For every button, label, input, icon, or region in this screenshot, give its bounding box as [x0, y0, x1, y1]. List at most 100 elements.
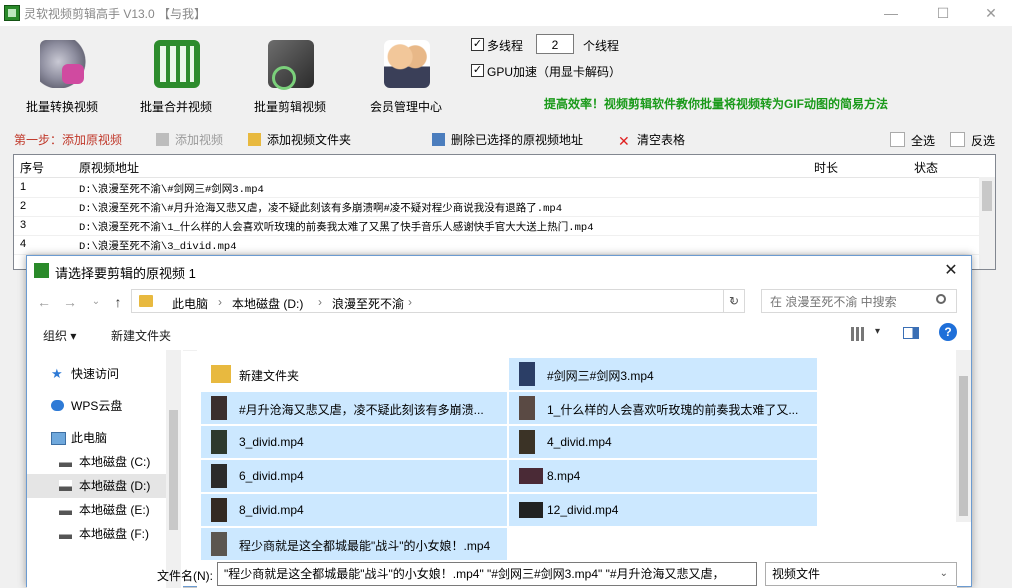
dialog-title-bar: 请选择要剪辑的原视频 1 ✕: [27, 256, 971, 286]
view-options-icon[interactable]: [851, 327, 865, 341]
chevron-down-icon[interactable]: ▾: [875, 326, 880, 337]
nav-scroll-thumb[interactable]: [169, 410, 178, 530]
add-folder-label: 添加视频文件夹: [267, 133, 352, 147]
add-folder-button[interactable]: 添加视频文件夹: [248, 132, 351, 148]
video-thumbnail-icon: [211, 464, 227, 488]
search-box[interactable]: [761, 289, 957, 313]
file-item[interactable]: 程少商就是这全都城最能"战斗"的小女娘！.mp4: [201, 528, 507, 560]
table-row[interactable]: 2 D:\浪漫至死不渝\#月升沧海又悲又虐，凌不疑此刻该有多崩溃啊#凌不疑对程少…: [14, 197, 979, 217]
new-folder-button[interactable]: 新建文件夹: [111, 327, 171, 344]
file-item[interactable]: #月升沧海又悲又虐，凌不疑此刻该有多崩溃...: [201, 392, 507, 424]
file-item[interactable]: 6_divid.mp4: [201, 460, 507, 492]
batch-convert-button[interactable]: 批量转换视频: [12, 30, 112, 120]
app-logo-icon: [34, 263, 49, 278]
command-bar: 组织 ▾ 新建文件夹 ▾ ?: [27, 318, 971, 351]
breadcrumb-folder[interactable]: 浪漫至死不渝: [332, 295, 404, 312]
delete-selected-button[interactable]: 删除已选择的原视频地址: [432, 132, 583, 148]
up-arrow-icon[interactable]: ↑: [109, 293, 127, 311]
member-center-button[interactable]: 会员管理中心: [356, 30, 456, 120]
dialog-title: 请选择要剪辑的原视频 1: [55, 266, 196, 281]
nav-drive-e[interactable]: 本地磁盘 (E:): [27, 498, 179, 522]
table-scrollbar[interactable]: [979, 177, 995, 269]
breadcrumb-drive-d[interactable]: 本地磁盘 (D:): [232, 295, 303, 312]
back-arrow-icon[interactable]: ←: [35, 293, 53, 311]
forward-arrow-icon[interactable]: →: [61, 293, 79, 311]
table-row[interactable]: 4 D:\浪漫至死不渝\3_divid.mp4: [14, 235, 979, 255]
file-item[interactable]: 1_什么样的人会喜欢听玫瑰的前奏我太难了又...: [509, 392, 817, 424]
chevron-right-icon[interactable]: ›: [218, 295, 222, 309]
nav-drive-d[interactable]: 本地磁盘 (D:): [27, 474, 179, 498]
file-item[interactable]: 8.mp4: [509, 460, 817, 492]
chevron-right-icon[interactable]: ›: [318, 295, 322, 309]
computer-icon: [51, 432, 66, 445]
address-row: ← → ⌄ ↑ 此电脑 › 本地磁盘 (D:) › 浪漫至死不渝 › ⌄ ↻: [27, 286, 971, 318]
delete-list-icon: [432, 133, 445, 146]
file-item-folder[interactable]: 新建文件夹: [201, 358, 507, 390]
file-item[interactable]: 3_divid.mp4: [201, 426, 507, 458]
breadcrumb-this-pc[interactable]: 此电脑: [172, 295, 208, 312]
file-list-scrollbar[interactable]: [956, 350, 971, 522]
nav-item-label: 本地磁盘 (E:): [79, 503, 150, 517]
batch-merge-button[interactable]: 批量合并视频: [126, 30, 226, 120]
file-item[interactable]: 4_divid.mp4: [509, 426, 817, 458]
thread-count-input[interactable]: 2: [536, 34, 574, 54]
preview-pane-icon[interactable]: [903, 327, 919, 339]
add-video-button[interactable]: 添加视频: [156, 132, 223, 148]
table-scroll-thumb[interactable]: [982, 181, 992, 211]
nav-drive-f[interactable]: 本地磁盘 (F:): [27, 522, 179, 546]
help-icon[interactable]: ?: [939, 323, 957, 341]
gpu-label: GPU加速（用显卡解码）: [487, 65, 622, 79]
maximize-button[interactable]: ☐: [928, 4, 958, 22]
filetype-select[interactable]: 视频文件 ⌄: [765, 562, 957, 586]
file-name: 8_divid.mp4: [239, 503, 304, 517]
search-input[interactable]: [768, 293, 932, 311]
nav-quick-access[interactable]: ★ 快速访问: [27, 362, 179, 386]
dialog-close-button[interactable]: ✕: [939, 260, 963, 282]
file-item[interactable]: #剑网三#剑网3.mp4: [509, 358, 817, 390]
col-header-duration[interactable]: 时长: [814, 159, 838, 176]
nav-item-label: 本地磁盘 (C:): [79, 455, 151, 469]
batch-cut-button[interactable]: 批量剪辑视频: [240, 30, 340, 120]
organize-menu[interactable]: 组织 ▾: [43, 327, 76, 344]
multithread-checkbox[interactable]: ✓: [471, 38, 484, 51]
nav-scrollbar[interactable]: [166, 350, 181, 588]
select-all-button[interactable]: 全选: [890, 132, 935, 148]
table-row[interactable]: 3 D:\浪漫至死不渝\1_什么样的人会喜欢听玫瑰的前奏我太难了又黑了快手音乐人…: [14, 216, 979, 236]
app-logo-icon: [4, 5, 20, 21]
col-header-status[interactable]: 状态: [914, 159, 938, 176]
star-icon: ★: [51, 366, 63, 381]
minimize-button[interactable]: —: [876, 4, 906, 22]
video-thumbnail-icon: [519, 396, 535, 420]
file-item[interactable]: 12_divid.mp4: [509, 494, 817, 526]
nav-wps-cloud[interactable]: WPS云盘: [27, 394, 179, 418]
page-icon: [890, 132, 905, 147]
address-bar[interactable]: 此电脑 › 本地磁盘 (D:) › 浪漫至死不渝 › ⌄: [131, 289, 745, 313]
col-header-path[interactable]: 原视频地址: [79, 159, 139, 176]
delete-selected-label: 删除已选择的原视频地址: [451, 133, 584, 147]
file-name: 1_什么样的人会喜欢听玫瑰的前奏我太难了又...: [547, 403, 799, 417]
clear-table-button[interactable]: ✕ 清空表格: [618, 132, 685, 148]
nav-this-pc[interactable]: 此电脑: [27, 426, 179, 450]
drive-icon: [59, 480, 72, 491]
title-bar: 灵软视频剪辑高手 V13.0 【与我】 — ☐ ✕: [0, 0, 1012, 26]
promo-link[interactable]: 提高效率！视频剪辑软件教你批量将视频转为GIF动图的简易方法: [544, 95, 888, 112]
close-button[interactable]: ✕: [976, 4, 1006, 22]
refresh-icon[interactable]: ↻: [723, 289, 745, 313]
video-thumbnail-icon: [211, 532, 227, 556]
filename-label: 文件名(N):: [157, 569, 213, 583]
folder-icon: [211, 365, 231, 383]
table-row[interactable]: 1 D:\浪漫至死不渝\#剑网三#剑网3.mp4: [14, 178, 979, 198]
chevron-down-icon[interactable]: ⌄: [87, 293, 105, 311]
video-table[interactable]: 序号 原视频地址 时长 状态 1 D:\浪漫至死不渝\#剑网三#剑网3.mp4 …: [13, 154, 996, 270]
file-item[interactable]: 8_divid.mp4: [201, 494, 507, 526]
file-name: 4_divid.mp4: [547, 435, 612, 449]
file-name: 新建文件夹: [239, 369, 300, 383]
search-icon[interactable]: [936, 294, 946, 304]
file-scroll-thumb[interactable]: [959, 376, 968, 516]
filename-input[interactable]: "程少商就是这全都城最能"战斗"的小女娘！.mp4" "#剑网三#剑网3.mp4…: [217, 562, 757, 586]
chevron-right-icon[interactable]: ›: [408, 295, 412, 309]
gpu-checkbox[interactable]: ✓: [471, 64, 484, 77]
invert-selection-button[interactable]: 反选: [950, 132, 995, 148]
col-header-index[interactable]: 序号: [20, 159, 44, 176]
nav-drive-c[interactable]: 本地磁盘 (C:): [27, 450, 179, 474]
